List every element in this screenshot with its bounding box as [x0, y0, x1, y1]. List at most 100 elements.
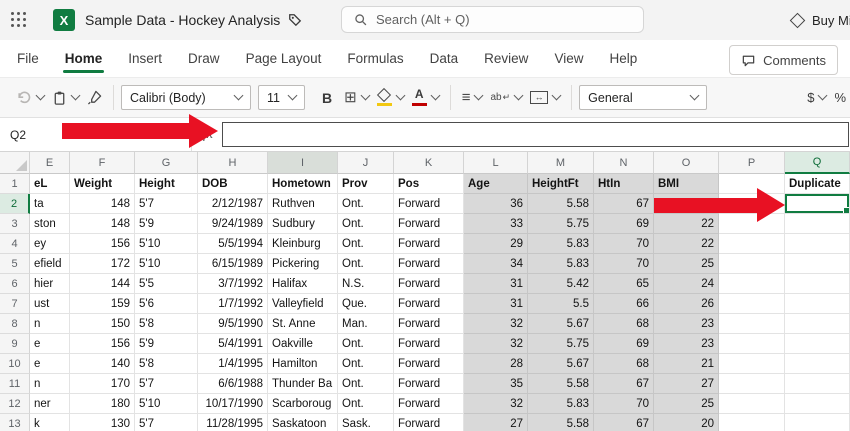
cell-M2[interactable]: 5.58 — [528, 194, 594, 214]
cell-Q13[interactable] — [785, 414, 850, 431]
row-header-5[interactable]: 5 — [0, 254, 30, 274]
cell-M12[interactable]: 5.83 — [528, 394, 594, 414]
cell-H3[interactable]: 9/24/1989 — [198, 214, 268, 234]
cell-F4[interactable]: 156 — [70, 234, 135, 254]
cell-F3[interactable]: 148 — [70, 214, 135, 234]
cell-M6[interactable]: 5.42 — [528, 274, 594, 294]
cell-L3[interactable]: 33 — [464, 214, 528, 234]
cell-I12[interactable]: Scarboroug — [268, 394, 338, 414]
cell-J8[interactable]: Man. — [338, 314, 394, 334]
cell-L13[interactable]: 27 — [464, 414, 528, 431]
cell-E7[interactable]: ust — [30, 294, 70, 314]
cell-L10[interactable]: 28 — [464, 354, 528, 374]
row-header-12[interactable]: 12 — [0, 394, 30, 414]
cell-F2[interactable]: 148 — [70, 194, 135, 214]
cell-O8[interactable]: 23 — [654, 314, 719, 334]
document-title[interactable]: Sample Data - Hockey Analysis — [85, 12, 280, 28]
cell-O4[interactable]: 22 — [654, 234, 719, 254]
paste-button[interactable] — [48, 87, 83, 109]
cell-O1[interactable]: BMI — [654, 174, 719, 194]
cell-P5[interactable] — [719, 254, 785, 274]
cell-G13[interactable]: 5'7 — [135, 414, 198, 431]
menu-home[interactable]: Home — [52, 40, 116, 77]
cell-G10[interactable]: 5'8 — [135, 354, 198, 374]
cell-N6[interactable]: 65 — [594, 274, 654, 294]
cell-H4[interactable]: 5/5/1994 — [198, 234, 268, 254]
selected-cell-Q2[interactable] — [785, 194, 850, 214]
cell-L7[interactable]: 31 — [464, 294, 528, 314]
cell-E11[interactable]: n — [30, 374, 70, 394]
cell-O3[interactable]: 22 — [654, 214, 719, 234]
cell-L9[interactable]: 32 — [464, 334, 528, 354]
buy-microsoft-365-button[interactable]: Buy Mi — [789, 0, 850, 40]
column-header-F[interactable]: F — [70, 152, 135, 174]
cell-G11[interactable]: 5'7 — [135, 374, 198, 394]
cell-F9[interactable]: 156 — [70, 334, 135, 354]
cell-M4[interactable]: 5.83 — [528, 234, 594, 254]
comments-button[interactable]: Comments — [729, 45, 838, 75]
cell-K12[interactable]: Forward — [394, 394, 464, 414]
cell-I13[interactable]: Saskatoon — [268, 414, 338, 431]
cell-I11[interactable]: Thunder Ba — [268, 374, 338, 394]
cell-M7[interactable]: 5.5 — [528, 294, 594, 314]
cell-O9[interactable]: 23 — [654, 334, 719, 354]
cell-I6[interactable]: Halifax — [268, 274, 338, 294]
cell-H12[interactable]: 10/17/1990 — [198, 394, 268, 414]
cell-F7[interactable]: 159 — [70, 294, 135, 314]
cell-M13[interactable]: 5.58 — [528, 414, 594, 431]
cell-N10[interactable]: 68 — [594, 354, 654, 374]
column-header-H[interactable]: H — [198, 152, 268, 174]
column-header-I[interactable]: I — [268, 152, 338, 174]
cell-K7[interactable]: Forward — [394, 294, 464, 314]
column-header-G[interactable]: G — [135, 152, 198, 174]
cell-Q1[interactable]: Duplicate — [785, 174, 850, 194]
cell-O2[interactable] — [654, 194, 719, 214]
cell-E12[interactable]: ner — [30, 394, 70, 414]
font-color-button[interactable]: A — [408, 86, 443, 109]
name-box[interactable]: Q2 — [0, 118, 192, 151]
search-box[interactable]: Search (Alt + Q) — [341, 6, 644, 33]
cell-O10[interactable]: 21 — [654, 354, 719, 374]
column-header-N[interactable]: N — [594, 152, 654, 174]
excel-logo-icon[interactable]: X — [53, 9, 75, 31]
menu-review[interactable]: Review — [471, 40, 541, 77]
column-header-K[interactable]: K — [394, 152, 464, 174]
cell-K6[interactable]: Forward — [394, 274, 464, 294]
cell-H6[interactable]: 3/7/1992 — [198, 274, 268, 294]
cell-L8[interactable]: 32 — [464, 314, 528, 334]
cell-G7[interactable]: 5'6 — [135, 294, 198, 314]
cell-J9[interactable]: Ont. — [338, 334, 394, 354]
cell-P3[interactable] — [719, 214, 785, 234]
font-size-select[interactable]: 11 — [258, 85, 305, 110]
format-painter-button[interactable] — [83, 87, 106, 108]
menu-help[interactable]: Help — [596, 40, 650, 77]
menu-view[interactable]: View — [541, 40, 596, 77]
menu-draw[interactable]: Draw — [175, 40, 233, 77]
cell-L5[interactable]: 34 — [464, 254, 528, 274]
cell-K4[interactable]: Forward — [394, 234, 464, 254]
cell-I5[interactable]: Pickering — [268, 254, 338, 274]
cell-Q6[interactable] — [785, 274, 850, 294]
fill-color-button[interactable] — [373, 86, 408, 109]
row-header-11[interactable]: 11 — [0, 374, 30, 394]
cell-Q3[interactable] — [785, 214, 850, 234]
cell-K1[interactable]: Pos — [394, 174, 464, 194]
cell-E1[interactable]: eL — [30, 174, 70, 194]
cell-M1[interactable]: HeightFt — [528, 174, 594, 194]
cell-F12[interactable]: 180 — [70, 394, 135, 414]
cell-P7[interactable] — [719, 294, 785, 314]
cell-N1[interactable]: HtIn — [594, 174, 654, 194]
select-all-corner[interactable] — [0, 152, 30, 174]
cell-K3[interactable]: Forward — [394, 214, 464, 234]
row-header-7[interactable]: 7 — [0, 294, 30, 314]
cell-H11[interactable]: 6/6/1988 — [198, 374, 268, 394]
cell-J1[interactable]: Prov — [338, 174, 394, 194]
cell-H9[interactable]: 5/4/1991 — [198, 334, 268, 354]
cell-K9[interactable]: Forward — [394, 334, 464, 354]
row-header-10[interactable]: 10 — [0, 354, 30, 374]
cell-J12[interactable]: Ont. — [338, 394, 394, 414]
fx-icon[interactable]: fx — [197, 118, 219, 151]
cell-F8[interactable]: 150 — [70, 314, 135, 334]
cell-O12[interactable]: 25 — [654, 394, 719, 414]
column-header-J[interactable]: J — [338, 152, 394, 174]
